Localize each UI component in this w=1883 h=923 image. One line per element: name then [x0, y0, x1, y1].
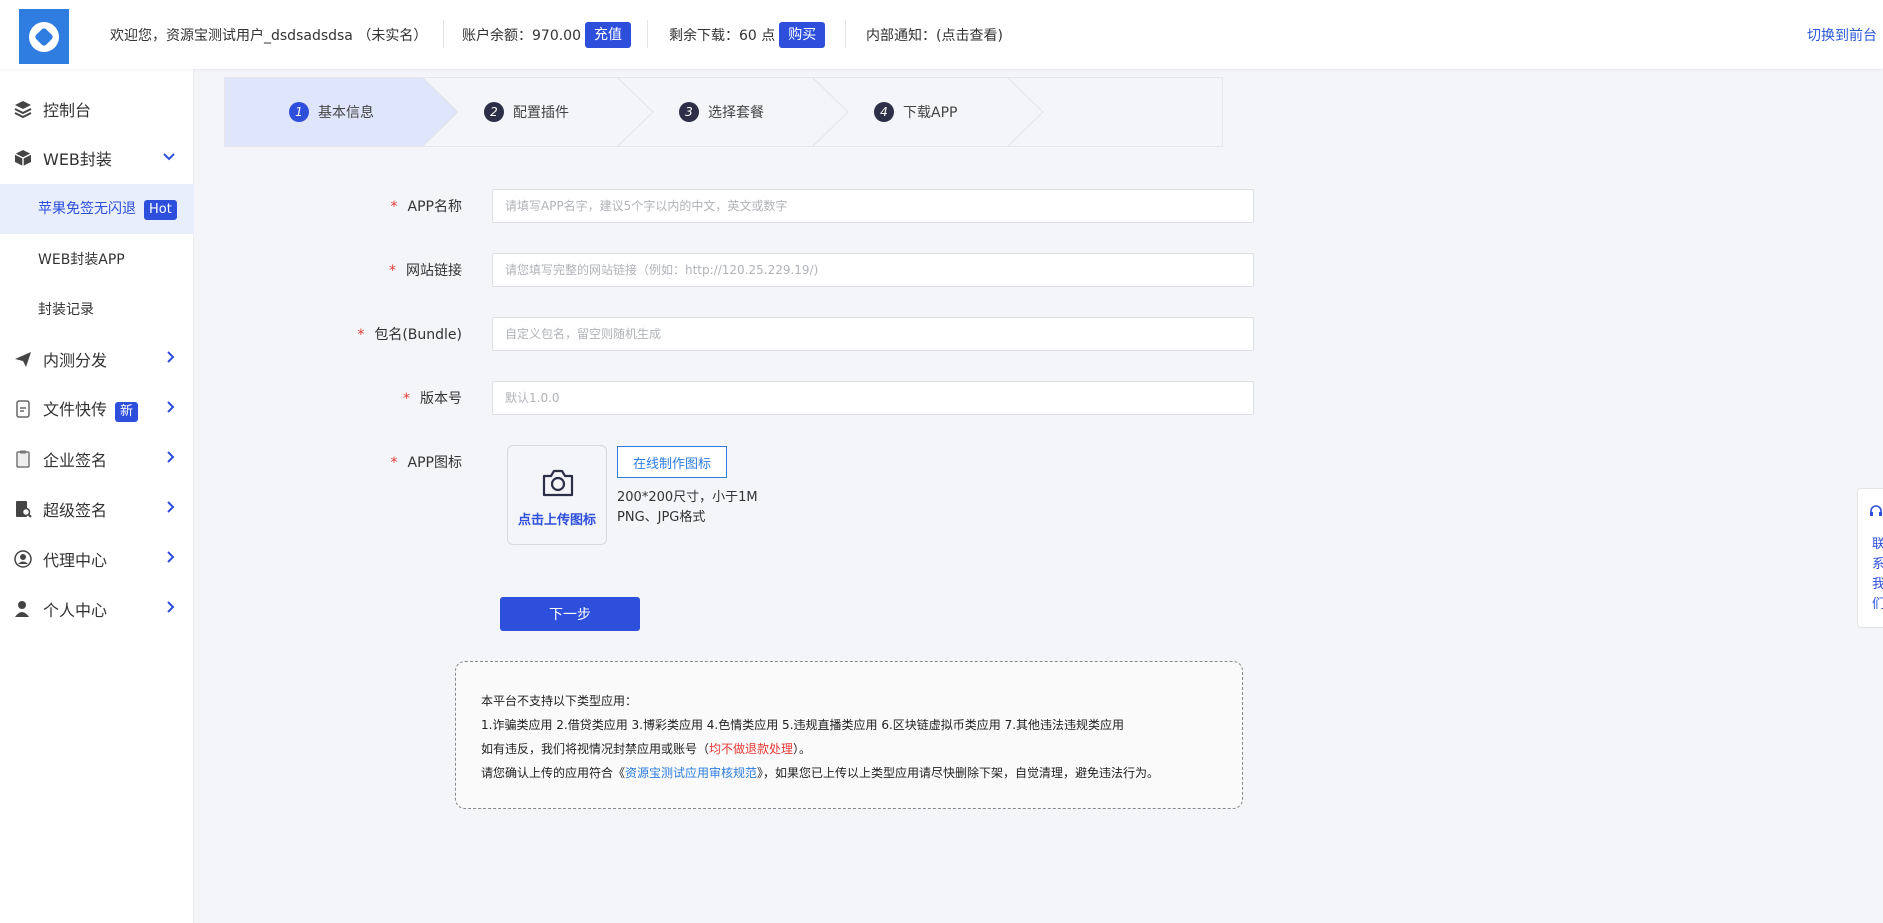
internal-notice-link[interactable]: 内部通知：(点击查看) [866, 0, 1003, 69]
balance-group: 账户余额：970.00 充值 [462, 0, 631, 69]
sidebar-item-enterprise-sign[interactable]: 企业签名 [0, 437, 194, 481]
paper-plane-icon [13, 349, 33, 369]
sidebar-item-agent-center[interactable]: 代理中心 [0, 537, 194, 581]
sidebar-item-personal-center[interactable]: 个人中心 [0, 587, 194, 631]
recharge-button[interactable]: 充值 [585, 21, 631, 48]
camera-icon [541, 468, 575, 502]
sidebar-item-web-wrap[interactable]: WEB封装 [0, 136, 194, 180]
sidebar-item-beta-distribution[interactable]: 内测分发 [0, 337, 194, 381]
version-label: * 版本号 [403, 391, 462, 407]
balance-label: 账户余额：970.00 [462, 27, 581, 44]
notice-line: 1.诈骗类应用 2.借贷类应用 3.博彩类应用 4.色情类应用 5.违规直播类应… [481, 718, 1125, 732]
step-label: 选择套餐 [708, 105, 764, 121]
chevron-right-icon [166, 500, 176, 518]
site-url-label: * 网站链接 [389, 263, 462, 279]
step-number: 4 [874, 102, 894, 122]
file-transfer-icon [13, 399, 33, 419]
sidebar-item-label: 代理中心 [43, 551, 108, 570]
sidebar-subitem-label: 封装记录 [38, 302, 94, 318]
sidebar-subitem-label: WEB封装APP [38, 252, 125, 268]
no-refund-text: 均不做退款处理 [709, 742, 794, 756]
user-icon [13, 599, 33, 619]
chevron-right-icon [166, 550, 176, 568]
chevron-right-icon [166, 350, 176, 368]
sidebar-subitem-label: 苹果免签无闪退 Hot [38, 198, 177, 220]
top-header: 欢迎您，资源宝测试用户_dsdsadsdsa （未实名） 账户余额：970.00… [0, 0, 1883, 69]
new-badge: 新 [115, 402, 139, 422]
sidebar-subitem-ios-free-sign[interactable]: 苹果免签无闪退 Hot [0, 184, 194, 234]
chevron-right-icon [166, 400, 176, 418]
switch-to-front-link[interactable]: 切换到前台 [1807, 0, 1877, 69]
notice-line: 本平台不支持以下类型应用： [481, 694, 638, 708]
sidebar-item-file-transfer[interactable]: 文件快传新 [0, 387, 194, 431]
sidebar-subitem-web-app[interactable]: WEB封装APP [0, 234, 194, 284]
clipboard-icon [13, 449, 33, 469]
step-label: 基本信息 [318, 105, 374, 121]
hot-badge: Hot [144, 200, 177, 220]
sidebar-item-super-sign[interactable]: 超级签名 [0, 487, 194, 531]
next-step-button[interactable]: 下一步 [500, 597, 640, 631]
header-divider [443, 20, 444, 48]
downloads-group: 剩余下载：60 点 购买 [669, 0, 826, 69]
online-icon-maker-button[interactable]: 在线制作图标 [617, 446, 727, 478]
sidebar-item-console[interactable]: 控制台 [0, 87, 194, 131]
sidebar: 控制台 WEB封装 苹果免签无闪退 Hot WEB封装APP 封装记录 内测分发 … [0, 69, 194, 923]
contact-char: 联 [1872, 537, 1883, 552]
bundle-label: * 包名(Bundle) [357, 327, 462, 343]
step-select-package: 3 选择套餐 [679, 78, 764, 146]
site-url-input[interactable] [492, 253, 1254, 287]
header-divider [845, 20, 846, 48]
header-divider [647, 20, 648, 48]
chevron-right-icon [166, 600, 176, 618]
contact-us-float[interactable]: 联 系 我 们 [1857, 488, 1883, 628]
step-number: 1 [289, 102, 309, 122]
headset-icon [1868, 503, 1883, 523]
document-search-icon [13, 499, 33, 519]
upload-icon-text: 点击上传图标 [517, 513, 596, 528]
chevron-down-icon [162, 150, 176, 166]
sidebar-subitem-wrap-records[interactable]: 封装记录 [0, 284, 194, 334]
notice-line: 请您确认上传的应用符合《资源宝测试应用审核规范》，如果您已上传以上类型应用请尽快… [481, 766, 1160, 780]
logo-icon [29, 21, 59, 52]
contact-char: 们 [1872, 597, 1883, 612]
version-input[interactable] [492, 381, 1254, 415]
welcome-text: 欢迎您，资源宝测试用户_dsdsadsdsa （未实名） [110, 27, 428, 44]
step-download-app: 4 下载APP [874, 78, 957, 146]
icon-size-tip: 200*200尺寸，小于1M [617, 490, 758, 505]
icon-format-tip: PNG、JPG格式 [617, 510, 706, 525]
sidebar-item-label: 控制台 [43, 101, 92, 120]
bundle-input[interactable] [492, 317, 1254, 351]
app-logo[interactable] [19, 9, 69, 64]
step-number: 3 [679, 102, 699, 122]
sidebar-item-label: 企业签名 [43, 451, 108, 470]
step-label: 下载APP [903, 105, 958, 121]
contact-char: 系 [1872, 557, 1883, 572]
step-number: 2 [484, 102, 504, 122]
sidebar-item-label: 内测分发 [43, 351, 108, 370]
buy-button[interactable]: 购买 [779, 21, 826, 48]
sidebar-item-label: 超级签名 [43, 501, 108, 520]
progress-steps: 1 基本信息 2 配置插件 3 选择套餐 4 下载APP [224, 77, 1223, 147]
box-icon [13, 148, 33, 168]
contact-char: 我 [1872, 577, 1883, 592]
notice-line: 如有违反，我们将视情况封禁应用或账号（均不做退款处理）。 [481, 742, 812, 756]
downloads-label: 剩余下载：60 点 [669, 27, 776, 44]
policy-notice: 本平台不支持以下类型应用： 1.诈骗类应用 2.借贷类应用 3.博彩类应用 4.… [455, 661, 1243, 809]
sidebar-item-label: 文件快传新 [43, 396, 139, 422]
app-name-input[interactable] [492, 189, 1254, 223]
step-label: 配置插件 [513, 105, 569, 121]
chevron-right-icon [166, 450, 176, 468]
sidebar-item-label: WEB封装 [43, 150, 112, 169]
app-name-label: * APP名称 [390, 199, 462, 215]
step-configure-plugins: 2 配置插件 [484, 78, 569, 146]
app-icon-label: * APP图标 [390, 455, 462, 471]
step-basic-info: 1 基本信息 [289, 78, 374, 146]
review-policy-link[interactable]: 资源宝测试应用审核规范 [625, 766, 757, 780]
icon-upload-area[interactable]: 点击上传图标 [507, 445, 607, 545]
sidebar-item-label: 个人中心 [43, 601, 108, 620]
layers-icon [13, 99, 33, 119]
agent-icon [13, 549, 33, 569]
